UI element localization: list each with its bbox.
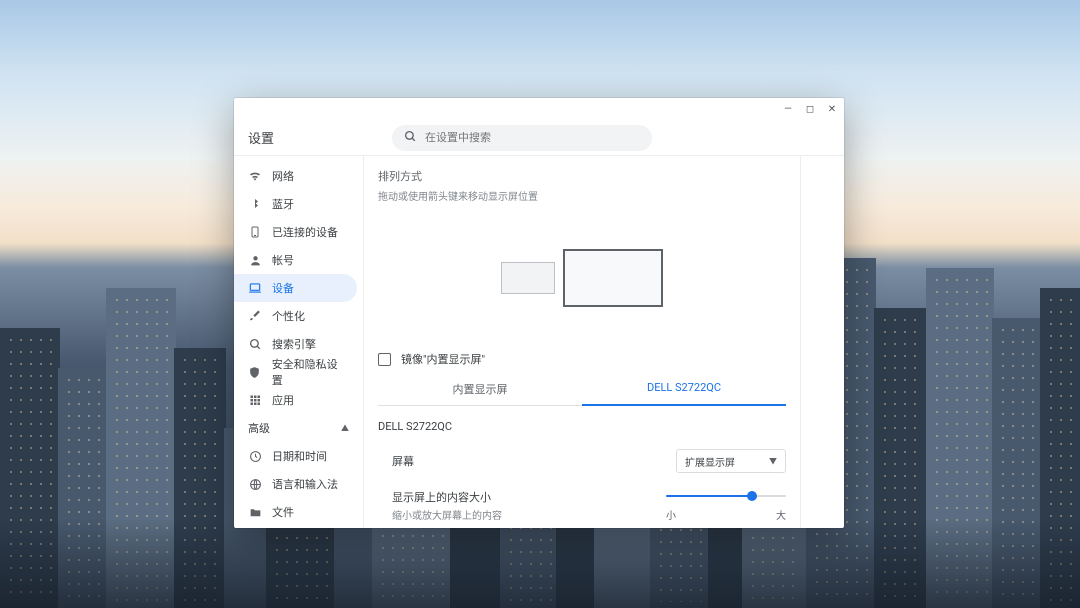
sidebar-item-search-engine[interactable]: 搜索引擎 — [234, 330, 357, 358]
tab-internal-display[interactable]: 内置显示屏 — [378, 373, 582, 405]
sidebar-item-personalization[interactable]: 个性化 — [234, 302, 357, 330]
sidebar-item-label: 帐号 — [272, 252, 294, 268]
mirror-label: 镜像"内置显示屏" — [401, 351, 485, 367]
right-rail — [800, 156, 844, 528]
display-size-hint: 缩小或放大屏幕上的内容 — [392, 507, 666, 522]
settings-window: — ◻ ✕ 设置 网络 蓝牙 — [234, 98, 844, 528]
tab-label: DELL S2722QC — [647, 381, 721, 394]
apps-icon — [248, 393, 262, 407]
settings-search[interactable] — [392, 125, 652, 151]
sidebar-item-label: 设备 — [272, 280, 294, 296]
sidebar-item-label: 个性化 — [272, 308, 305, 324]
checkbox-icon[interactable] — [378, 353, 391, 366]
display-size-label: 显示屏上的内容大小 — [392, 489, 666, 505]
slider-max-label: 大 — [776, 507, 786, 522]
folder-icon — [248, 505, 262, 519]
display-size-row: 显示屏上的内容大小 缩小或放大屏幕上的内容 小 大 — [378, 483, 786, 528]
screen-mode-label: 屏幕 — [392, 453, 676, 469]
sidebar-item-label: 语言和输入法 — [272, 476, 338, 492]
arrangement-subtitle: 拖动或使用箭头键来移动显示屏位置 — [378, 188, 786, 203]
sidebar-item-device[interactable]: 设备 — [234, 274, 357, 302]
window-close-button[interactable]: ✕ — [826, 103, 838, 115]
sidebar-item-connected[interactable]: 已连接的设备 — [234, 218, 357, 246]
search-input[interactable] — [425, 132, 640, 144]
sidebar-item-privacy[interactable]: 安全和隐私设置 — [234, 358, 357, 386]
sidebar-item-label: 安全和隐私设置 — [272, 356, 347, 388]
sidebar-item-label: 日期和时间 — [272, 448, 327, 464]
bluetooth-icon — [248, 197, 262, 211]
sidebar-item-label: 蓝牙 — [272, 196, 294, 212]
sidebar-item-label: 已连接的设备 — [272, 224, 338, 240]
sidebar-advanced-label: 高级 — [248, 420, 270, 436]
laptop-icon — [248, 281, 262, 295]
clock-icon — [248, 449, 262, 463]
shield-icon — [248, 365, 262, 379]
screen-mode-row: 屏幕 扩展显示屏 — [378, 443, 786, 483]
sidebar-item-files[interactable]: 文件 — [234, 498, 357, 526]
window-titlebar: — ◻ ✕ — [234, 98, 844, 120]
person-icon — [248, 253, 262, 267]
search-icon — [404, 130, 417, 146]
sidebar-item-network[interactable]: 网络 — [234, 162, 357, 190]
sidebar-item-language[interactable]: 语言和输入法 — [234, 470, 357, 498]
display-tabs: 内置显示屏 DELL S2722QC — [378, 373, 786, 406]
tab-label: 内置显示屏 — [453, 383, 508, 396]
arrangement-title: 排列方式 — [378, 168, 786, 184]
display-size-slider[interactable] — [666, 489, 786, 503]
sidebar-item-print[interactable]: 打印和扫描 — [234, 526, 357, 528]
screen-mode-dropdown[interactable]: 扩展显示屏 — [676, 449, 786, 473]
sidebar-item-bluetooth[interactable]: 蓝牙 — [234, 190, 357, 218]
chevron-up-icon — [341, 423, 349, 434]
page-title: 设置 — [248, 128, 274, 147]
mirror-checkbox-row[interactable]: 镜像"内置显示屏" — [378, 351, 786, 367]
display-arrangement[interactable] — [378, 213, 786, 343]
globe-icon — [248, 477, 262, 491]
chevron-down-icon — [769, 456, 777, 467]
slider-min-label: 小 — [666, 507, 676, 522]
settings-header: 设置 — [234, 120, 844, 156]
sidebar-item-apps[interactable]: 应用 — [234, 386, 357, 414]
sidebar-item-label: 搜索引擎 — [272, 336, 316, 352]
display-settings-panel: 排列方式 拖动或使用箭头键来移动显示屏位置 镜像"内置显示屏" 内置显示屏 — [364, 156, 800, 528]
window-maximize-button[interactable]: ◻ — [804, 103, 816, 115]
external-display-name: DELL S2722QC — [378, 420, 786, 433]
display-thumb-external[interactable] — [563, 249, 663, 307]
sidebar: 网络 蓝牙 已连接的设备 帐号 设备 — [234, 156, 364, 528]
sidebar-item-label: 文件 — [272, 504, 294, 520]
wifi-icon — [248, 169, 262, 183]
sidebar-item-label: 网络 — [272, 168, 294, 184]
sidebar-advanced-toggle[interactable]: 高级 — [234, 414, 363, 442]
brush-icon — [248, 309, 262, 323]
display-thumb-internal[interactable] — [501, 262, 555, 294]
sidebar-item-label: 应用 — [272, 392, 294, 408]
tab-external-display[interactable]: DELL S2722QC — [582, 373, 786, 406]
sidebar-item-accounts[interactable]: 帐号 — [234, 246, 357, 274]
sidebar-item-datetime[interactable]: 日期和时间 — [234, 442, 357, 470]
device-icon — [248, 225, 262, 239]
magnifier-icon — [248, 337, 262, 351]
dropdown-value: 扩展显示屏 — [685, 454, 735, 469]
window-minimize-button[interactable]: — — [782, 103, 794, 115]
